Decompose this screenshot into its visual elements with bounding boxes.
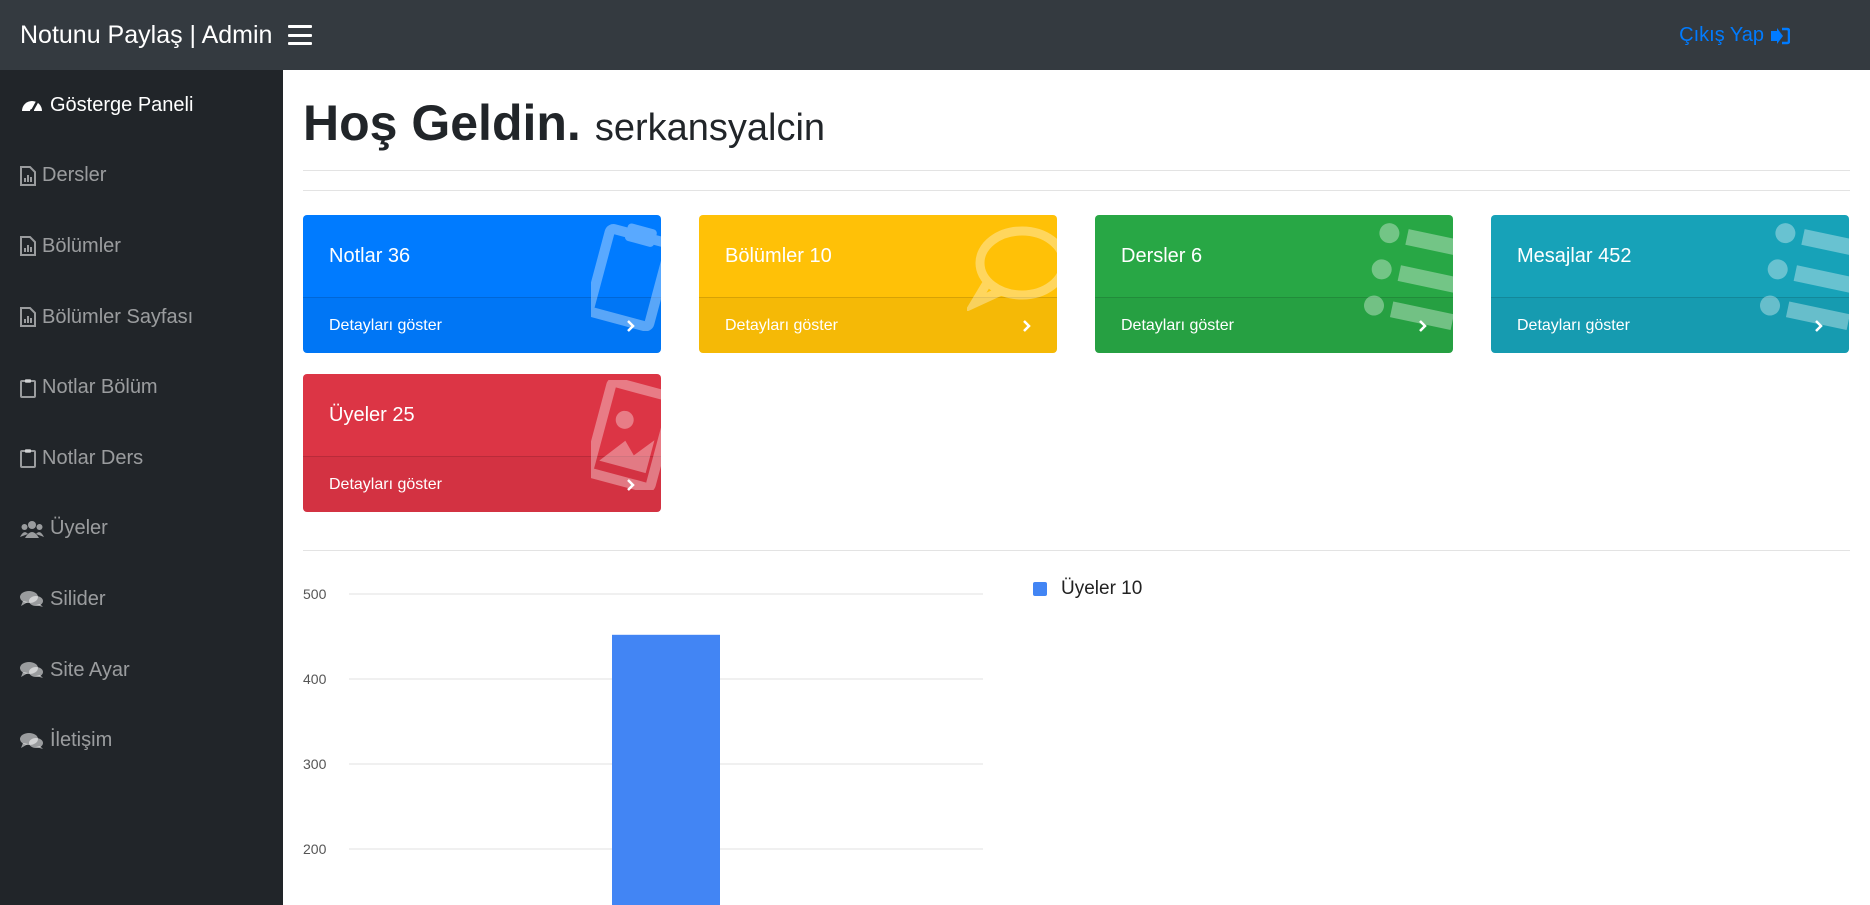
members-bar-chart: 500 400 300 200 [303,586,983,905]
card-body: Notlar 36 [303,215,661,332]
card-footer-label: Detayları göster [1121,316,1234,334]
bar[interactable] [612,634,720,905]
divider [303,170,1850,171]
sidebar-item-label: Silider [50,587,106,610]
users-icon [20,520,44,538]
sidebar-item-label: Üyeler [50,517,108,540]
card-body: Bölümler 10 [699,215,1057,314]
divider [303,190,1850,191]
sidebar-item-dersler[interactable]: Dersler [0,141,283,212]
page-title: Hoş Geldin. serkansyalcin [303,94,825,152]
hamburger-icon-bar [288,33,313,37]
card-title: Dersler 6 [1121,245,1203,267]
file-chart-icon [20,307,36,328]
brand-title[interactable]: Notunu Paylaş | Admin [20,21,272,50]
card-footer-label: Detayları göster [1517,316,1630,334]
card-title: Üyeler 25 [329,404,415,426]
list-icon [1363,221,1453,337]
menu-toggle-button[interactable] [288,25,313,45]
card-body: Mesajlar 452 [1491,215,1849,330]
stat-card-notlar[interactable]: Notlar 36 Detayları göster [303,215,661,353]
sidebar-item-label: İletişim [50,729,113,752]
comments-icon [20,661,44,679]
stat-card-üyeler[interactable]: Üyeler 25 Detayları göster [303,374,661,512]
card-footer-label: Detayları göster [725,316,838,334]
sidebar-item-gösterge-paneli[interactable]: Gösterge Paneli [0,70,283,141]
sidebar-item-label: Bölümler [42,234,121,257]
main-content: Hoş Geldin. serkansyalcin Notlar 36 Detay… [283,70,1870,905]
card-footer-label: Detayları göster [329,316,442,334]
sidebar: Gösterge Paneli Dersler Bölümler Bölümler S… [0,70,283,905]
comments-icon [20,590,44,608]
y-tick-label: 500 [303,586,327,602]
card-body: Üyeler 25 [303,374,661,493]
logout-link[interactable]: Çıkış Yap [1679,24,1790,47]
comment-icon [963,221,1057,317]
sidebar-item-label: Dersler [42,164,107,187]
legend-label: Üyeler 10 [1061,578,1143,599]
tachometer-icon [20,95,44,115]
sidebar-item-label: Notlar Bölüm [42,376,158,399]
sidebar-item-notlar-bölüm[interactable]: Notlar Bölüm [0,352,283,423]
hamburger-icon [288,25,313,28]
sidebar-item-i̇letişim[interactable]: İletişim [0,705,283,776]
sidebar-item-silider[interactable]: Silider [0,564,283,635]
username-label: serkansyalcin [594,107,826,149]
list-icon [1759,221,1849,337]
sidebar-item-label: Site Ayar [50,658,130,681]
top-navbar: Notunu Paylaş | Admin Çıkış Yap [0,0,1870,70]
sidebar-item-bölümler-sayfası[interactable]: Bölümler Sayfası [0,282,283,353]
y-tick-label: 300 [303,756,327,772]
file-chart-icon [20,236,36,257]
sidebar-item-bölümler[interactable]: Bölümler [0,211,283,282]
sidebar-item-site-ayar[interactable]: Site Ayar [0,635,283,706]
hamburger-icon-bar [288,42,313,45]
image-icon [583,377,661,496]
card-title: Mesajlar 452 [1517,245,1632,267]
card-title: Bölümler 10 [725,245,832,267]
card-title: Notlar 36 [329,245,411,267]
y-tick-label: 400 [303,671,327,687]
clipboard-icon [20,448,36,469]
stat-card-bölümler[interactable]: Bölümler 10 Detayları göster [699,215,1057,353]
sidebar-item-label: Notlar Ders [42,446,144,469]
stat-card-dersler[interactable]: Dersler 6 Detayları göster [1095,215,1453,353]
card-footer-label: Detayları göster [329,475,442,493]
clipboard-icon [584,221,661,337]
card-body: Dersler 6 [1095,215,1453,330]
divider [303,550,1850,551]
legend-swatch [1033,582,1047,596]
greeting-heading: Hoş Geldin. [303,95,581,151]
comments-icon [20,732,44,750]
y-tick-label: 200 [303,841,327,857]
sidebar-item-label: Bölümler Sayfası [42,305,194,328]
sidebar-item-label: Gösterge Paneli [50,93,194,116]
chart-legend: Üyeler 10 [1033,578,1142,600]
clipboard-icon [20,378,36,398]
sidebar-item-üyeler[interactable]: Üyeler [0,494,283,565]
file-chart-icon [20,165,36,186]
sign-out-icon [1771,27,1790,44]
logout-label: Çıkış Yap [1679,24,1764,46]
stat-card-mesajlar[interactable]: Mesajlar 452 Detayları göster [1491,215,1849,353]
chevron-right-icon [1023,319,1031,332]
sidebar-item-notlar-ders[interactable]: Notlar Ders [0,423,283,494]
